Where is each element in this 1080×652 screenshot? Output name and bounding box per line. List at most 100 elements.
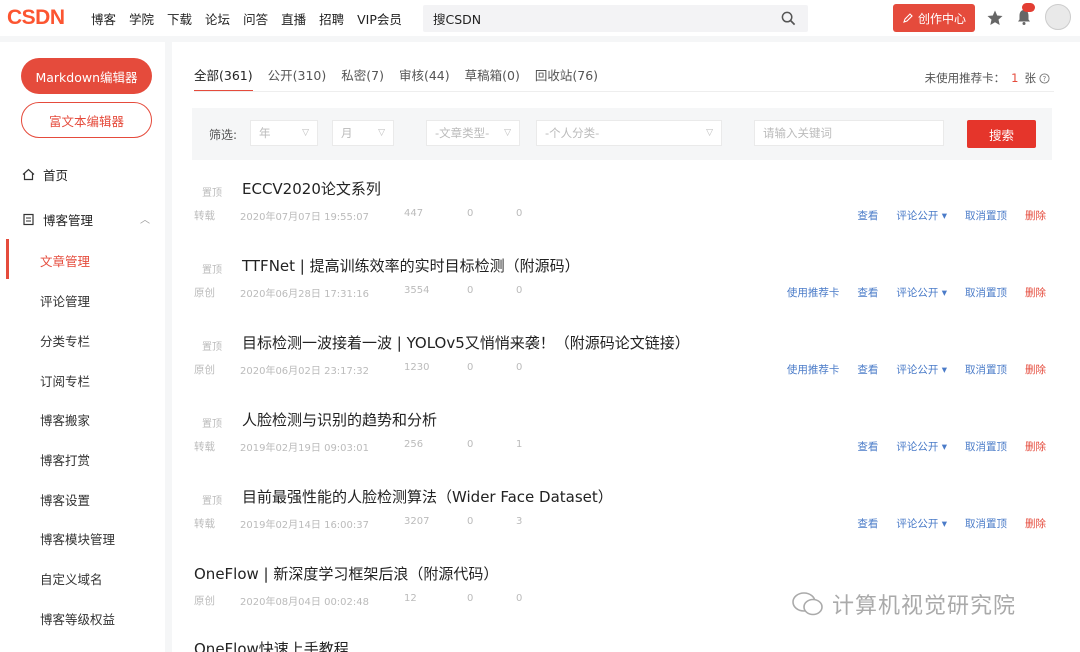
view-count: 3207: [404, 516, 430, 527]
chevron-down-icon: ▽: [504, 128, 511, 138]
delete-link[interactable]: 删除: [1025, 362, 1046, 377]
view-link[interactable]: 查看: [857, 285, 878, 300]
view-link[interactable]: 查看: [857, 439, 878, 454]
nav-link-qa[interactable]: 问答: [243, 9, 268, 28]
delete-link[interactable]: 删除: [1025, 439, 1046, 454]
search-icon[interactable]: [781, 11, 796, 26]
pinned-tag: 置顶: [202, 342, 222, 353]
watermark: 计算机视觉研究院: [790, 588, 1016, 620]
create-center-label: 创作中心: [917, 11, 966, 26]
comment-visibility-dropdown[interactable]: 评论公开 ▾: [896, 439, 947, 454]
nav-link-download[interactable]: 下载: [167, 9, 192, 28]
comment-visibility-dropdown[interactable]: 评论公开 ▾: [896, 208, 947, 223]
sidebar-item-category-columns[interactable]: 分类专栏: [40, 331, 90, 350]
article-type-value: -文章类型-: [435, 126, 490, 140]
article-type: 转载: [194, 210, 215, 222]
article-row: OneFlow快速上手教程: [194, 638, 1054, 652]
month-select[interactable]: 月 ▽: [332, 120, 394, 146]
article-title[interactable]: 目标检测一波接着一波 | YOLOv5又悄悄来袭！（附源码论文链接）: [242, 332, 690, 353]
sidebar-item-module-manage[interactable]: 博客模块管理: [40, 529, 115, 548]
article-actions: 使用推荐卡 查看 评论公开 ▾ 取消置顶 删除: [769, 362, 1046, 377]
comment-count: 0: [467, 362, 474, 373]
view-link[interactable]: 查看: [857, 362, 878, 377]
like-count: 0: [516, 285, 523, 296]
sidebar-item-home[interactable]: 首页: [22, 165, 68, 184]
nav-link-academy[interactable]: 学院: [129, 9, 154, 28]
article-date: 2020年06月02日 23:17:32: [240, 366, 369, 377]
sidebar-item-comment-manage[interactable]: 评论管理: [40, 291, 90, 310]
nav-link-vip[interactable]: VIP会员: [357, 9, 402, 28]
avatar[interactable]: [1045, 4, 1071, 30]
keyword-placeholder: 请输入关键词: [763, 126, 832, 140]
tab-private[interactable]: 私密(7): [341, 65, 384, 92]
article-type: 原创: [194, 595, 215, 607]
unused-card-label: 未使用推荐卡：: [924, 71, 1006, 85]
tab-public[interactable]: 公开(310): [268, 65, 327, 92]
unpin-link[interactable]: 取消置顶: [965, 439, 1007, 454]
help-icon[interactable]: ?: [1039, 72, 1050, 84]
unpin-link[interactable]: 取消置顶: [965, 208, 1007, 223]
sidebar-item-custom-domain[interactable]: 自定义域名: [40, 569, 103, 588]
use-recommend-card-link[interactable]: 使用推荐卡: [787, 362, 840, 377]
view-count: 3554: [404, 285, 430, 296]
star-icon[interactable]: [986, 9, 1004, 27]
comment-count: 0: [467, 593, 474, 604]
article-actions: 查看 评论公开 ▾ 取消置顶 删除: [839, 208, 1046, 223]
unpin-link[interactable]: 取消置顶: [965, 516, 1007, 531]
sidebar-item-blog-migration[interactable]: 博客搬家: [40, 410, 90, 429]
delete-link[interactable]: 删除: [1025, 208, 1046, 223]
unused-card-count: 1: [1011, 71, 1019, 85]
comment-count: 0: [467, 285, 474, 296]
nav-link-forum[interactable]: 论坛: [205, 9, 230, 28]
filter-label: 筛选:: [209, 128, 238, 142]
keyword-input[interactable]: 请输入关键词: [754, 120, 944, 146]
csdn-logo[interactable]: CSDN: [7, 6, 79, 30]
view-link[interactable]: 查看: [857, 516, 878, 531]
category-select[interactable]: -个人分类- ▽: [536, 120, 722, 146]
article-title[interactable]: ECCV2020论文系列: [242, 178, 381, 199]
article-title[interactable]: OneFlow快速上手教程: [194, 638, 349, 652]
unpin-link[interactable]: 取消置顶: [965, 362, 1007, 377]
year-select-value: 年: [259, 126, 271, 140]
comment-visibility-dropdown[interactable]: 评论公开 ▾: [896, 362, 947, 377]
create-center-button[interactable]: 创作中心: [893, 4, 975, 32]
nav-link-jobs[interactable]: 招聘: [319, 9, 344, 28]
sidebar-item-blog-settings[interactable]: 博客设置: [40, 490, 90, 509]
year-select[interactable]: 年 ▽: [250, 120, 318, 146]
article-title[interactable]: 人脸检测与识别的趋势和分析: [242, 409, 437, 430]
sidebar-item-blog-manage[interactable]: 博客管理 ︿: [22, 210, 150, 229]
sidebar: Markdown编辑器 富文本编辑器 首页 博客管理 ︿ 文章管理 评论管理 分…: [0, 42, 165, 652]
view-link[interactable]: 查看: [857, 208, 878, 223]
filter-search-button[interactable]: 搜索: [967, 120, 1036, 148]
comment-visibility-dropdown[interactable]: 评论公开 ▾: [896, 285, 947, 300]
tab-drafts[interactable]: 草稿箱(0): [465, 65, 520, 92]
sidebar-item-blog-reward[interactable]: 博客打赏: [40, 450, 90, 469]
article-actions: 查看 评论公开 ▾ 取消置顶 删除: [839, 439, 1046, 454]
article-title[interactable]: 目前最强性能的人脸检测算法（Wider Face Dataset）: [242, 486, 613, 507]
article-title[interactable]: TTFNet | 提高训练效率的实时目标检测（附源码）: [242, 255, 580, 276]
delete-link[interactable]: 删除: [1025, 285, 1046, 300]
richtext-editor-button[interactable]: 富文本编辑器: [21, 102, 152, 138]
delete-link[interactable]: 删除: [1025, 516, 1046, 531]
use-recommend-card-link[interactable]: 使用推荐卡: [787, 285, 840, 300]
nav-link-blog[interactable]: 博客: [91, 9, 116, 28]
article-type-select[interactable]: -文章类型- ▽: [426, 120, 520, 146]
search-input[interactable]: [423, 5, 763, 32]
nav-link-live[interactable]: 直播: [281, 9, 306, 28]
tab-trash[interactable]: 回收站(76): [535, 65, 598, 92]
category-value: -个人分类-: [545, 126, 600, 140]
sidebar-item-level-rights[interactable]: 博客等级权益: [40, 609, 115, 628]
sidebar-item-subscription-columns[interactable]: 订阅专栏: [40, 371, 90, 390]
tab-all[interactable]: 全部(361): [194, 65, 253, 92]
pinned-tag: 置顶: [202, 419, 222, 430]
main-panel: 全部(361) 公开(310) 私密(7) 审核(44) 草稿箱(0) 回收站(…: [172, 42, 1080, 652]
unused-card-unit: 张: [1024, 71, 1037, 85]
unpin-link[interactable]: 取消置顶: [965, 285, 1007, 300]
article-type: 原创: [194, 287, 215, 299]
article-title[interactable]: OneFlow | 新深度学习框架后浪（附源代码）: [194, 563, 498, 584]
sidebar-item-article-manage[interactable]: 文章管理: [40, 251, 90, 270]
comment-visibility-dropdown[interactable]: 评论公开 ▾: [896, 516, 947, 531]
markdown-editor-button[interactable]: Markdown编辑器: [21, 58, 152, 94]
article-date: 2020年06月28日 17:31:16: [240, 289, 369, 300]
tab-review[interactable]: 审核(44): [399, 65, 450, 92]
